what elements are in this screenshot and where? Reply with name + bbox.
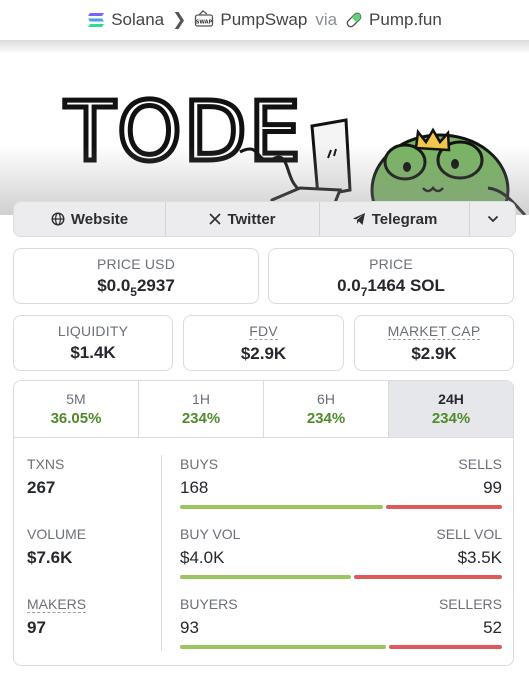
buys-sells-row: BUYS SELLS 168 99: [180, 456, 502, 509]
tab-5m[interactable]: 5M 36.05%: [14, 381, 139, 437]
pill-icon: [346, 12, 362, 28]
tab-label: 5M: [66, 391, 86, 407]
trading-stats-panel: 5M 36.05% 1H 234% 6H 234% 24H 234% TXNS …: [13, 380, 514, 666]
chevron-down-icon: [487, 215, 498, 223]
buys-label: BUYS: [180, 456, 219, 472]
fdv-value: $2.9K: [240, 343, 287, 363]
telegram-label: Telegram: [371, 210, 438, 228]
paper-plane-icon: [352, 213, 365, 225]
social-links: Website Twitter Telegram: [13, 201, 516, 237]
buys-bar-fill: [180, 505, 383, 509]
buyers-sellers-row: BUYERS SELLERS 93 52: [180, 596, 502, 649]
price-usd-label: PRICE USD: [96, 256, 176, 272]
tab-label: 24H: [438, 391, 464, 407]
sellers-value: 52: [483, 618, 502, 637]
tab-change: 234%: [431, 410, 471, 427]
fdv-card[interactable]: FDV $2.9K: [183, 315, 344, 371]
makers-label[interactable]: MAKERS: [27, 596, 87, 613]
buyers-value: 93: [180, 618, 199, 637]
breadcrumb: Solana ❯ SWAP PumpSwap via Pump.fun: [0, 0, 529, 40]
buyers-label: BUYERS: [180, 596, 238, 612]
buy-vol-value: $4.0K: [180, 548, 225, 567]
via-text: via: [315, 10, 338, 29]
liquidity-value: $1.4K: [70, 343, 116, 362]
token-banner: TODE: [0, 40, 529, 215]
volume-value: $7.6K: [27, 548, 73, 567]
launchpad-link[interactable]: Pump.fun: [345, 10, 442, 30]
market-cap-value: $2.9K: [411, 343, 457, 363]
tab-change: 36.05%: [50, 410, 102, 427]
pumpswap-icon: SWAP: [195, 10, 214, 27]
volume-split-row: BUY VOL SELL VOL $4.0K $3.5K: [180, 526, 502, 579]
timeframe-tabs: 5M 36.05% 1H 234% 6H 234% 24H 234%: [14, 381, 513, 438]
twitter-button[interactable]: Twitter: [166, 202, 320, 236]
market-cap-label[interactable]: MARKET CAP: [387, 323, 481, 340]
txns-value: 267: [27, 478, 56, 497]
volume-metric: VOLUME $7.6K: [27, 526, 86, 568]
market-cap-card[interactable]: MARKET CAP $2.9K: [354, 315, 514, 371]
sells-label: SELLS: [458, 456, 502, 472]
tab-1h[interactable]: 1H 234%: [139, 381, 264, 437]
tab-24h[interactable]: 24H 234%: [389, 381, 513, 437]
sell-vol-label: SELL VOL: [436, 526, 502, 542]
chevron-right-icon: ❯: [172, 10, 187, 29]
txns-metric: TXNS 267: [27, 456, 64, 498]
price-usd-subscript: 5: [130, 285, 137, 299]
price-usd-card: PRICE USD $0.052937: [13, 248, 259, 304]
chain-link[interactable]: Solana: [87, 10, 164, 30]
x-logo-icon: [209, 213, 222, 225]
telegram-button[interactable]: Telegram: [320, 202, 470, 236]
price-native-subscript: 7: [360, 285, 368, 299]
sellers-bar-fill: [389, 645, 502, 649]
liquidity-label: LIQUIDITY: [57, 323, 129, 339]
volume-split-bar: [180, 575, 502, 579]
tab-change: 234%: [306, 410, 346, 427]
buys-sells-bar: [180, 505, 502, 509]
buy-vol-label: BUY VOL: [180, 526, 241, 542]
price-usd-value: $0.052937: [97, 276, 175, 299]
globe-icon: [51, 212, 65, 226]
dex-link[interactable]: SWAP PumpSwap: [194, 10, 307, 30]
website-button[interactable]: Website: [14, 202, 166, 236]
solana-icon: [88, 13, 105, 27]
sell-vol-bar-fill: [353, 575, 502, 579]
column-divider: [161, 455, 162, 651]
svg-text:SWAP: SWAP: [196, 20, 213, 26]
chain-name: Solana: [111, 10, 165, 29]
liquidity-card: LIQUIDITY $1.4K: [13, 315, 173, 371]
price-native-value: 0.071464 SOL: [337, 276, 445, 299]
buys-value: 168: [180, 478, 209, 497]
more-links-button[interactable]: [470, 202, 515, 236]
price-native-card: PRICE 0.071464 SOL: [268, 248, 514, 304]
txns-label: TXNS: [27, 456, 65, 472]
buy-vol-bar-fill: [180, 575, 351, 579]
makers-metric[interactable]: MAKERS 97: [27, 596, 87, 638]
fdv-label[interactable]: FDV: [249, 323, 278, 340]
launchpad-name: Pump.fun: [369, 10, 442, 29]
sellers-label: SELLERS: [438, 596, 502, 612]
makers-value: 97: [27, 618, 46, 637]
volume-label: VOLUME: [27, 526, 87, 542]
twitter-label: Twitter: [227, 210, 276, 228]
price-native-label: PRICE: [369, 256, 413, 272]
tab-change: 234%: [181, 410, 221, 427]
dex-name: PumpSwap: [220, 10, 308, 29]
website-label: Website: [70, 210, 129, 228]
buyers-sellers-bar: [180, 645, 502, 649]
buyers-bar-fill: [180, 645, 387, 649]
sells-value: 99: [483, 478, 502, 497]
tab-6h[interactable]: 6H 234%: [264, 381, 389, 437]
tab-label: 1H: [192, 391, 210, 407]
tab-label: 6H: [317, 391, 335, 407]
sell-vol-value: $3.5K: [457, 548, 502, 567]
sells-bar-fill: [385, 505, 502, 509]
